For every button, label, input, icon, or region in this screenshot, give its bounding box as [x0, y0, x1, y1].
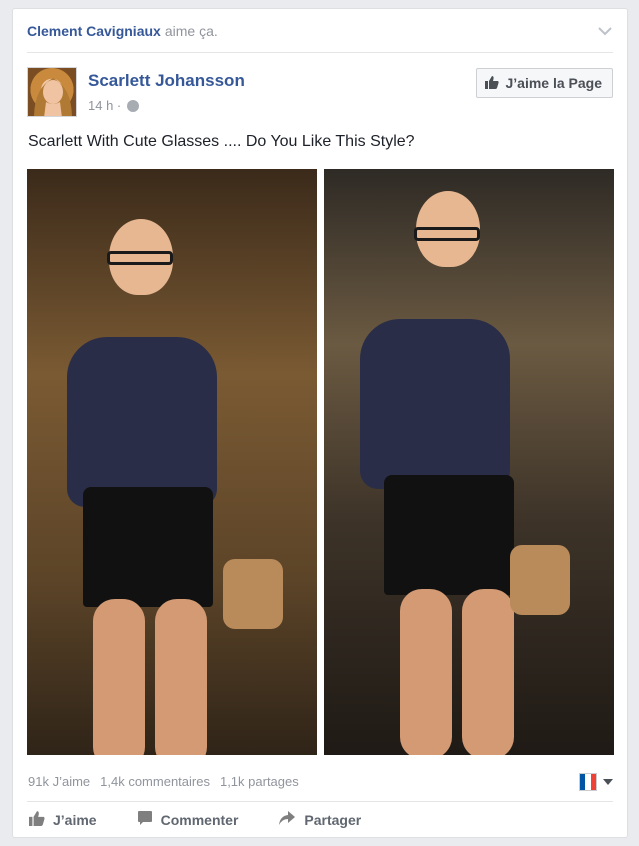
post-header: Scarlett Johansson 14 h · J’aime la Page: [27, 67, 613, 119]
like-label: J’aime: [53, 811, 97, 828]
page-name-link[interactable]: Scarlett Johansson: [88, 71, 245, 91]
comment-button[interactable]: Commenter: [137, 802, 239, 837]
share-arrow-icon: [278, 810, 296, 829]
like-page-label: J’aime la Page: [505, 75, 602, 91]
photo-left[interactable]: [27, 169, 317, 755]
like-page-button[interactable]: J’aime la Page: [476, 68, 613, 98]
like-button[interactable]: J’aime: [29, 802, 97, 837]
thumbs-up-icon: [29, 810, 45, 829]
chevron-down-icon[interactable]: [597, 23, 613, 39]
photo-right[interactable]: [324, 169, 614, 755]
shares-count[interactable]: 1,1k partages: [220, 774, 299, 789]
caret-down-icon: [603, 779, 613, 785]
comment-icon: [137, 810, 153, 829]
story-header: Clement Cavigniaux aime ça.: [27, 9, 613, 53]
actor-name-link[interactable]: Clement Cavigniaux: [27, 23, 161, 39]
news-feed-card: Clement Cavigniaux aime ça. Scarlett Joh…: [12, 8, 628, 838]
thumbs-up-icon: [485, 75, 500, 92]
post-meta: 14 h ·: [88, 98, 140, 113]
photo-grid: [27, 169, 614, 755]
comments-count[interactable]: 1,4k commentaires: [100, 774, 210, 789]
french-flag-icon: [579, 773, 597, 791]
post-stats: 91k J’aime 1,4k commentaires 1,1k partag…: [28, 771, 613, 791]
comment-label: Commenter: [160, 811, 239, 828]
globe-icon: [127, 99, 140, 112]
likes-count[interactable]: 91k J’aime: [28, 774, 90, 789]
share-as-selector[interactable]: [579, 773, 613, 791]
share-button[interactable]: Partager: [278, 802, 361, 837]
action-bar: J’aime Commenter Partager: [27, 801, 613, 837]
post-text: Scarlett With Cute Glasses .... Do You L…: [28, 133, 415, 150]
avatar[interactable]: [27, 67, 77, 117]
story-action-text: aime ça.: [164, 22, 218, 39]
post-time[interactable]: 14 h ·: [88, 98, 121, 113]
share-label: Partager: [304, 811, 362, 828]
